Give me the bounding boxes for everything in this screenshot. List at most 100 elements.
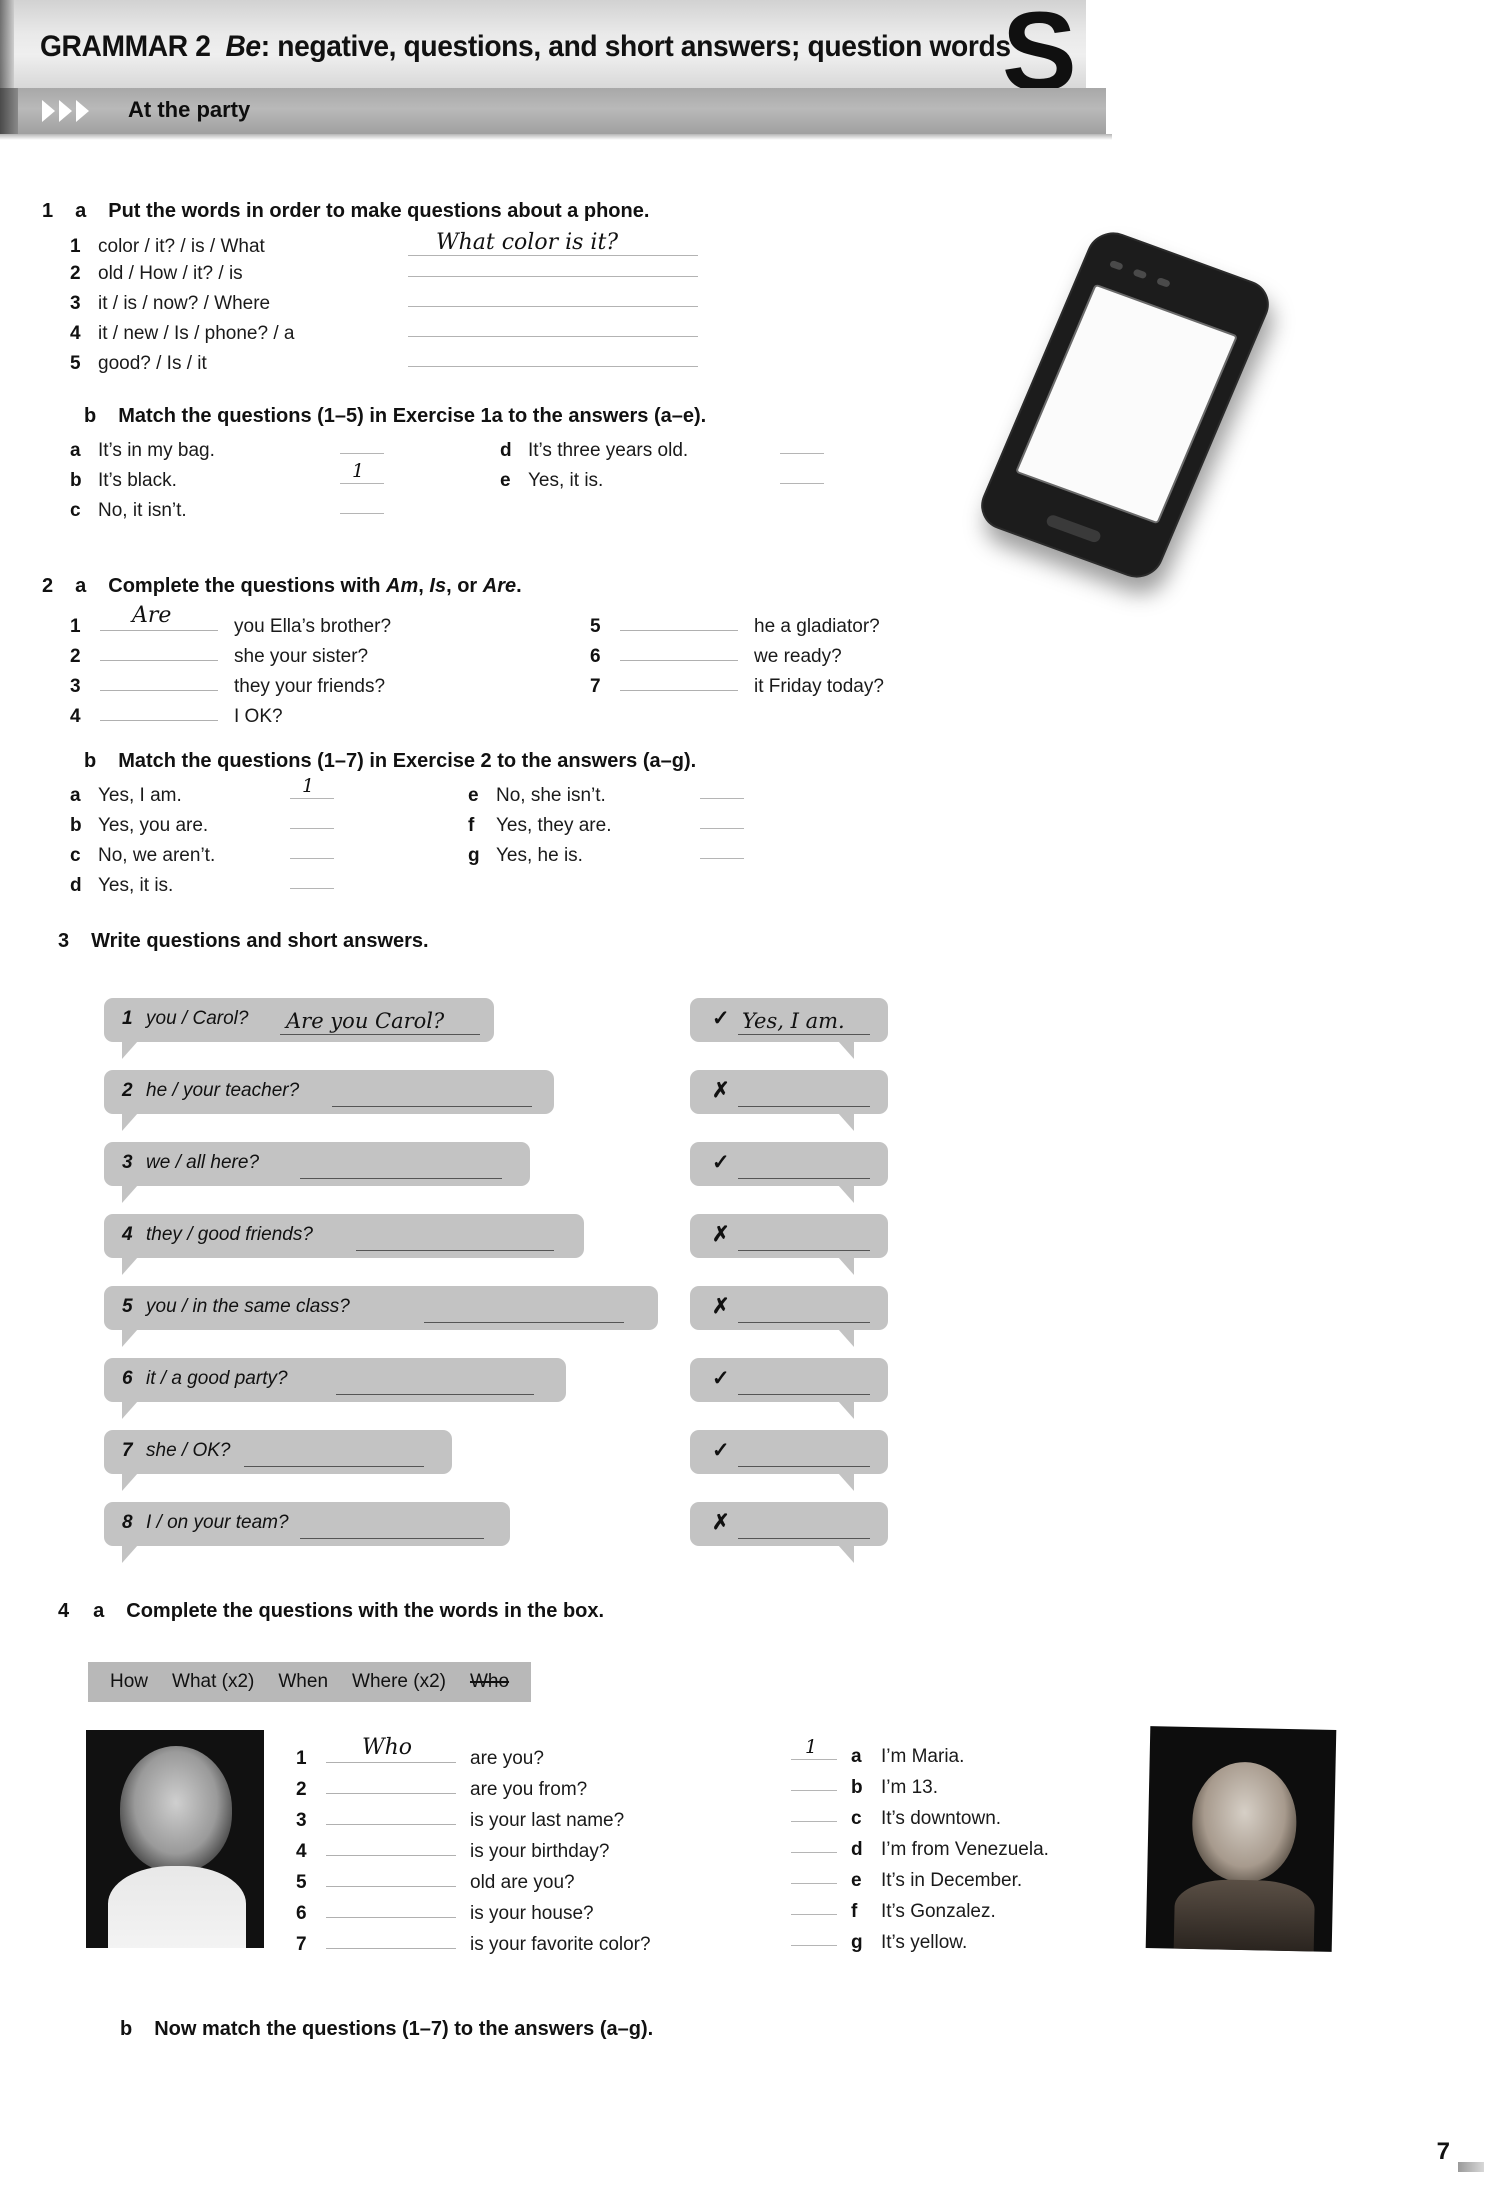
item-text: It’s in my bag. <box>98 440 215 461</box>
word-bank-item-used[interactable]: Who <box>470 1671 509 1693</box>
fill-blank-input[interactable] <box>100 698 228 722</box>
word-bank-item[interactable]: When <box>278 1671 328 1693</box>
answer-bubble[interactable]: ✓ Yes, I am. <box>690 998 888 1059</box>
word-bank-item[interactable]: What (x2) <box>172 1671 254 1693</box>
item-letter: e <box>500 470 511 491</box>
title-rest: : negative, questions, and short answers… <box>260 30 1011 63</box>
fill-blank-input[interactable] <box>326 1864 466 1888</box>
item-text: No, it isn’t. <box>98 500 187 521</box>
exercise-3-title: Write questions and short answers. <box>91 930 429 952</box>
exercise-1a-title: Put the words in order to make questions… <box>108 200 650 222</box>
match-input[interactable] <box>785 1833 851 1855</box>
fill-blank-input[interactable] <box>326 1771 466 1795</box>
fill-blank-input[interactable] <box>100 638 228 662</box>
answer-bubble[interactable]: ✗ <box>690 1070 888 1131</box>
match-value: 1 <box>302 775 315 797</box>
match-input[interactable] <box>785 1864 851 1886</box>
answer-bubble[interactable]: ✗ <box>690 1502 888 1563</box>
match-input[interactable] <box>284 871 342 891</box>
question-bubble[interactable]: 3 we / all here? <box>104 1142 530 1203</box>
match-input[interactable] <box>334 496 392 516</box>
exercise-2-heading: 2 a Complete the questions with Am, Is, … <box>42 575 1504 598</box>
exercise-4b-title: Now match the questions (1–7) to the ans… <box>154 2018 654 2040</box>
fill-blank-input[interactable] <box>326 1833 466 1857</box>
item-number: 4 <box>70 323 81 344</box>
item-number: 7 <box>590 676 601 697</box>
match-input[interactable] <box>774 466 832 486</box>
fill-blank-input[interactable] <box>100 668 228 692</box>
fill-blank-input[interactable] <box>326 1895 466 1919</box>
answer-bubble[interactable]: ✗ <box>690 1214 888 1275</box>
word-bank-item[interactable]: How <box>110 1671 148 1693</box>
fill-blank-input[interactable]: Who <box>326 1735 466 1764</box>
question-bubble[interactable]: 5 you / in the same class? <box>104 1286 658 1347</box>
item-text: It’s downtown. <box>881 1808 1002 1829</box>
word-bank-item[interactable]: Where (x2) <box>352 1671 446 1693</box>
item-text: I OK? <box>234 706 283 727</box>
item-letter: c <box>851 1808 862 1829</box>
fill-blank-input[interactable] <box>620 608 748 632</box>
exercise-4b-letter: b <box>120 2018 133 2040</box>
list-item: c No, we aren’t. <box>70 841 468 871</box>
exercise-4-heading: 4 a Complete the questions with the word… <box>58 1600 1504 1623</box>
item-text: No, we aren’t. <box>98 845 216 866</box>
match-input[interactable]: 1 <box>334 460 392 486</box>
match-input[interactable] <box>284 811 342 831</box>
answer-bubble[interactable]: ✗ <box>690 1286 888 1347</box>
exercise-2b-title: Match the questions (1–7) in Exercise 2 … <box>118 750 697 772</box>
cross-mark-icon: ✗ <box>712 1223 730 1246</box>
answer-bubble[interactable]: ✓ <box>690 1358 888 1419</box>
item-letter: f <box>851 1901 858 1922</box>
banner-left-edge <box>0 88 18 134</box>
question-bubble[interactable]: 6 it / a good party? <box>104 1358 566 1419</box>
fill-blank-input[interactable] <box>620 638 748 662</box>
match-input[interactable] <box>785 1926 851 1948</box>
bubble-number: 8 <box>122 1512 133 1533</box>
title-post: . <box>516 575 522 597</box>
exercise-3-heading: 3 Write questions and short answers. <box>58 930 1504 953</box>
fill-blank-input[interactable] <box>620 668 748 692</box>
fill-blank-input[interactable]: Are <box>100 603 228 632</box>
item-number: 3 <box>70 676 81 697</box>
list-item: e It’s in December. <box>785 1864 1049 1895</box>
title-word-is: Is <box>429 575 447 597</box>
match-input[interactable] <box>284 841 342 861</box>
item-text: are you? <box>470 1748 544 1769</box>
item-letter: c <box>70 845 81 866</box>
match-column-left: a Yes, I am. 1 b Yes, you are. c No, we … <box>70 775 468 901</box>
question-bubble[interactable]: 2 he / your teacher? <box>104 1070 554 1131</box>
match-input[interactable] <box>694 811 752 831</box>
title-italic-be: Be <box>225 30 261 63</box>
match-value: 1 <box>352 460 365 482</box>
list-item: d It’s three years old. <box>500 436 832 466</box>
item-text: is your favorite color? <box>470 1934 651 1955</box>
match-input[interactable]: 1 <box>785 1736 851 1762</box>
match-input[interactable]: 1 <box>284 775 342 801</box>
item-text: old are you? <box>470 1872 575 1893</box>
item-number: 2 <box>70 646 81 667</box>
answer-bubble[interactable]: ✓ <box>690 1430 888 1491</box>
question-bubble[interactable]: 1 you / Carol? Are you Carol? <box>104 998 494 1059</box>
fill-blank-input[interactable] <box>326 1926 466 1950</box>
answer-bubble[interactable]: ✓ <box>690 1142 888 1203</box>
match-input[interactable] <box>785 1802 851 1824</box>
item-letter: d <box>851 1839 863 1860</box>
fill-blank-input[interactable] <box>326 1802 466 1826</box>
item-text: Yes, it is. <box>528 470 604 491</box>
item-letter: d <box>70 875 82 896</box>
match-input[interactable] <box>774 436 832 456</box>
match-input[interactable] <box>694 781 752 801</box>
question-bubble[interactable]: 7 she / OK? <box>104 1430 452 1491</box>
question-bubble[interactable]: 4 they / good friends? <box>104 1214 584 1275</box>
match-input[interactable] <box>785 1771 851 1793</box>
list-item: 2 are you from? <box>296 1771 651 1802</box>
answer-input-1[interactable]: What color is it? <box>408 230 698 258</box>
match-input[interactable] <box>785 1895 851 1917</box>
item-letter: g <box>468 845 480 866</box>
list-item: 4 is your birthday? <box>296 1833 651 1864</box>
question-bubble[interactable]: 8 I / on your team? <box>104 1502 510 1563</box>
check-mark-icon: ✓ <box>712 1151 730 1174</box>
match-input[interactable] <box>694 841 752 861</box>
item-number: 5 <box>590 616 601 637</box>
match-input[interactable] <box>334 436 392 456</box>
